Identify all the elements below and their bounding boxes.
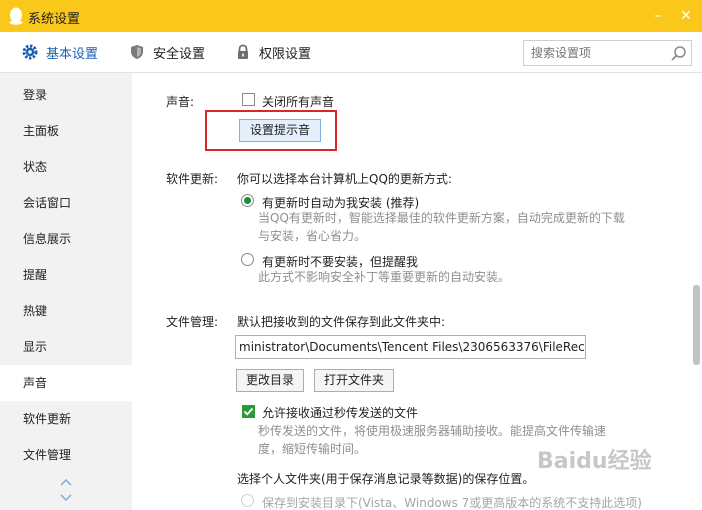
- search-input[interactable]: [524, 41, 664, 65]
- sidebar-item-reminder[interactable]: 提醒: [0, 257, 132, 293]
- scrollbar-thumb[interactable]: [693, 285, 700, 365]
- allow-flash-transfer-checkbox[interactable]: [242, 405, 255, 418]
- tab-permission-settings[interactable]: 权限设置: [235, 32, 311, 72]
- flash-transfer-description: 秒传发送的文件，将使用极速服务器辅助接收。能提高文件传输速: [258, 424, 607, 438]
- tab-label: 基本设置: [46, 46, 99, 62]
- sidebar-item-info-display[interactable]: 信息展示: [0, 221, 132, 257]
- file-save-path-field[interactable]: ministrator\Documents\Tencent Files\2306…: [235, 335, 586, 359]
- sidebar-item-software-update[interactable]: 软件更新: [0, 401, 132, 437]
- open-folder-button[interactable]: 打开文件夹: [314, 369, 394, 392]
- set-notification-sound-button[interactable]: 设置提示音: [239, 119, 321, 142]
- search-icon[interactable]: [670, 45, 687, 62]
- personal-folder-intro: 选择个人文件夹(用于保存消息记录等数据)的保存位置。: [237, 472, 535, 486]
- tab-label: 安全设置: [153, 46, 206, 62]
- sidebar-item-display[interactable]: 显示: [0, 329, 132, 365]
- sidebar-item-login[interactable]: 登录: [0, 77, 132, 113]
- notify-only-description: 此方式不影响安全补丁等重要更新的自动安装。: [258, 270, 511, 284]
- close-button[interactable]: ✕: [676, 6, 696, 26]
- shield-icon: [131, 45, 143, 59]
- baidu-jingyan-watermark: Baidu经验: [537, 448, 652, 474]
- sidebar-item-chat-window[interactable]: 会话窗口: [0, 185, 132, 221]
- sidebar-item-hotkeys[interactable]: 热键: [0, 293, 132, 329]
- sidebar-item-status[interactable]: 状态: [0, 149, 132, 185]
- notify-only-radio[interactable]: [241, 253, 254, 266]
- sidebar-item-main-panel[interactable]: 主面板: [0, 113, 132, 149]
- qq-penguin-icon: [9, 7, 23, 25]
- search-box[interactable]: [523, 40, 692, 66]
- mute-all-checkbox[interactable]: [242, 93, 255, 106]
- tab-security-settings[interactable]: 安全设置: [129, 32, 205, 72]
- checkmark-icon: [243, 407, 254, 416]
- settings-sidebar: 登录 主面板 状态 会话窗口 信息展示 提醒 热键 显示 声音 软件更新 文件管…: [0, 73, 132, 510]
- auto-install-description: 当QQ有更新时，智能选择最佳的软件更新方案，自动完成更新的下载: [258, 211, 625, 225]
- sidebar-item-sound[interactable]: 声音: [0, 365, 132, 401]
- file-intro-text: 默认把接收到的文件保存到此文件夹中:: [237, 315, 446, 329]
- settings-toolbar: 基本设置 安全设置 权限设置: [0, 32, 702, 73]
- sound-section-label: 声音:: [166, 95, 195, 109]
- update-section-label: 软件更新:: [166, 172, 219, 186]
- watermark-text: Baidu经验: [537, 448, 652, 474]
- scroll-down-arrow-icon[interactable]: [59, 493, 73, 503]
- mute-all-label[interactable]: 关闭所有声音: [262, 93, 334, 110]
- gear-icon: [22, 44, 38, 60]
- lock-icon: [238, 44, 248, 59]
- update-intro-text: 你可以选择本台计算机上QQ的更新方式:: [237, 172, 452, 186]
- allow-flash-transfer-label[interactable]: 允许接收通过秒传发送的文件: [262, 404, 418, 421]
- minimize-button[interactable]: –: [648, 6, 668, 26]
- auto-install-radio[interactable]: [241, 194, 254, 207]
- sidebar-item-file-management[interactable]: 文件管理: [0, 437, 132, 473]
- flash-transfer-description: 度，缩短传输时间。: [258, 442, 367, 456]
- tab-basic-settings[interactable]: 基本设置: [22, 32, 98, 72]
- auto-install-description: 与安装，省心省力。: [258, 229, 367, 243]
- title-bar: 系统设置 – ✕: [0, 0, 702, 32]
- change-directory-button[interactable]: 更改目录: [236, 369, 304, 392]
- file-section-label: 文件管理:: [166, 315, 219, 329]
- save-to-install-dir-label[interactable]: 保存到安装目录下(Vista、Windows 7或更高版本的系统不支持此选项): [262, 494, 642, 510]
- scroll-up-arrow-icon[interactable]: [59, 477, 73, 487]
- save-to-install-dir-radio[interactable]: [241, 494, 254, 507]
- window-title: 系统设置: [28, 12, 81, 27]
- tab-label: 权限设置: [259, 46, 312, 62]
